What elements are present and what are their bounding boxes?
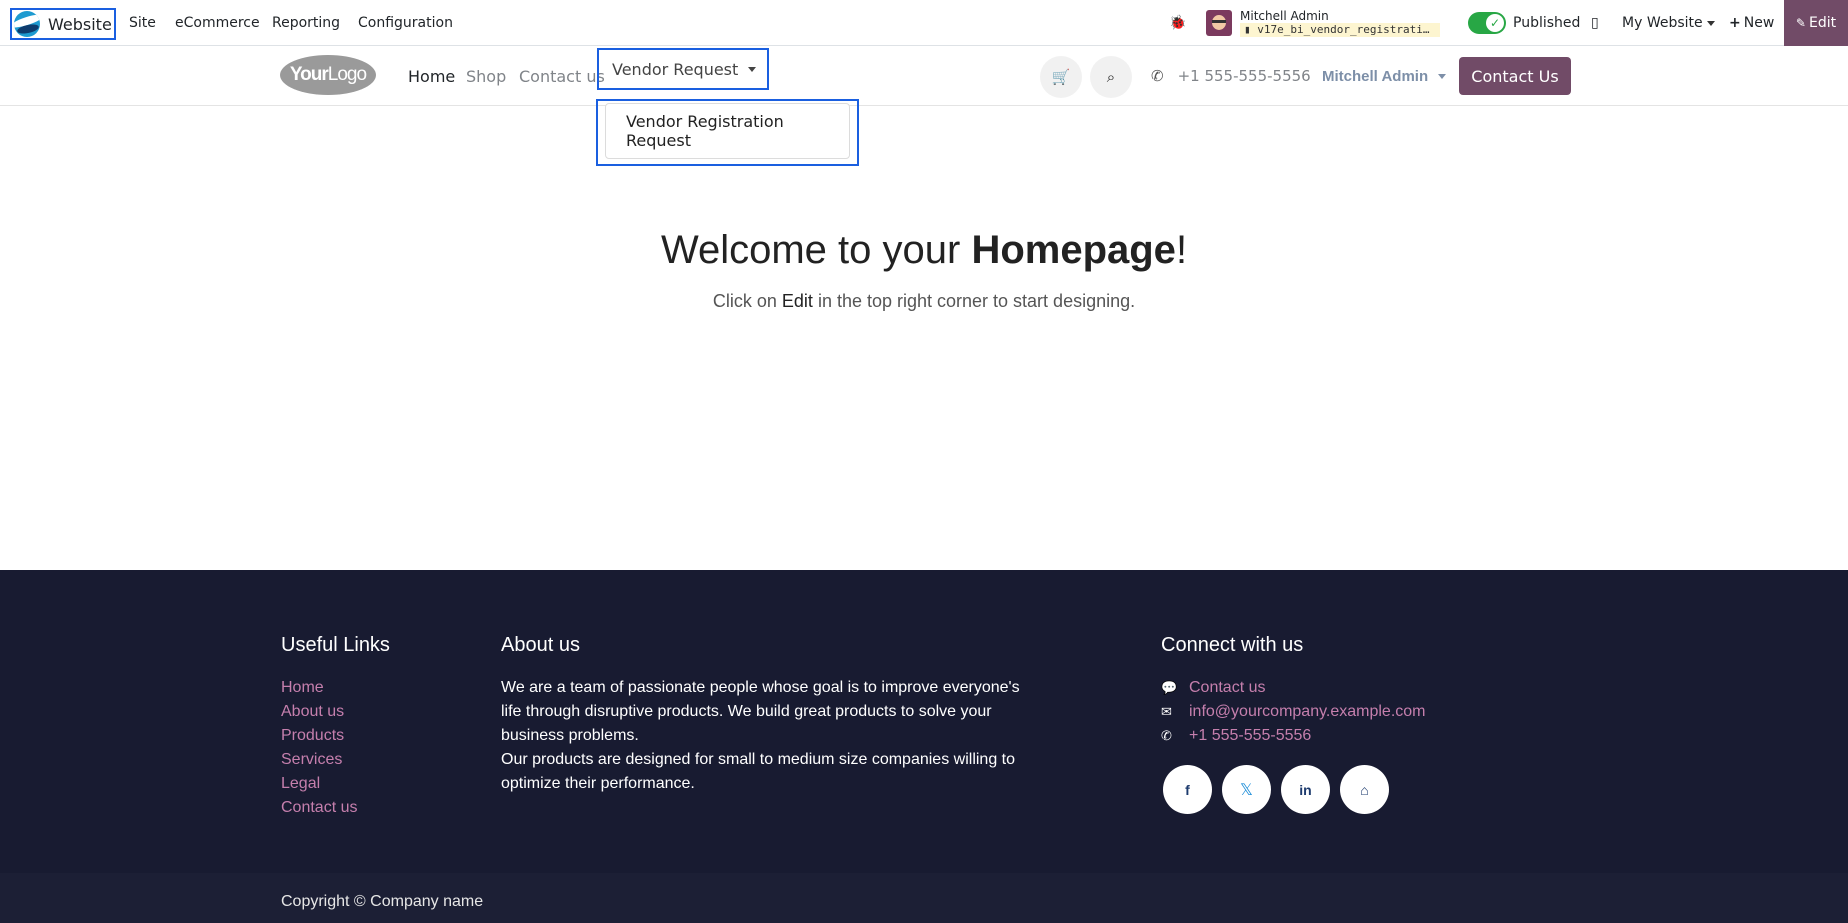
- website-header: Your Logo Home Shop Contact us 🛒 ⌕ ✆ +1 5…: [0, 46, 1848, 106]
- mobile-icon: ▯: [1591, 15, 1599, 31]
- publish-toggle[interactable]: Published: [1468, 0, 1580, 46]
- copyright-bar: [0, 873, 1848, 923]
- footer-link-services[interactable]: Services: [281, 748, 357, 772]
- plus-icon: +: [1729, 15, 1741, 31]
- connect-list: 💬 Contact us ✉ info@yourcompany.example.co…: [1161, 676, 1426, 748]
- website-selector[interactable]: My Website: [1622, 0, 1715, 46]
- x-icon[interactable]: 𝕏: [1222, 765, 1271, 814]
- social-links: f 𝕏 in ⌂: [1163, 765, 1389, 814]
- connect-email[interactable]: ✉ info@yourcompany.example.com: [1161, 700, 1426, 724]
- chevron-down-icon: [1706, 20, 1715, 26]
- about-text-1: We are a team of passionate people whose…: [501, 679, 1020, 744]
- chevron-down-icon: [1438, 73, 1447, 79]
- app-name: Website: [48, 14, 112, 34]
- website-app-icon: [14, 11, 40, 37]
- connect-contact[interactable]: 💬 Contact us: [1161, 676, 1426, 700]
- footer-link-home[interactable]: Home: [281, 676, 357, 700]
- page-title: Welcome to your Homepage!: [660, 228, 1188, 272]
- menu-configuration[interactable]: Configuration: [358, 0, 453, 46]
- mobile-preview-button[interactable]: ▯: [1591, 0, 1599, 46]
- connect-phone[interactable]: ✆ +1 555-555-5556: [1161, 724, 1426, 748]
- footer-link-legal[interactable]: Legal: [281, 772, 357, 796]
- chevron-down-icon: [748, 66, 757, 72]
- about-title: About us: [501, 634, 580, 656]
- search-button[interactable]: ⌕: [1090, 56, 1132, 98]
- page-subtitle: Click on Edit in the top right corner to…: [712, 291, 1136, 311]
- bug-icon: 🐞: [1169, 15, 1187, 31]
- site-logo[interactable]: Your Logo: [280, 55, 376, 95]
- chat-icon: 💬: [1161, 680, 1178, 695]
- debug-button[interactable]: 🐞: [1169, 0, 1186, 46]
- header-user-menu[interactable]: Mitchell Admin: [1322, 46, 1447, 106]
- user-name: Mitchell Admin: [1240, 9, 1329, 23]
- admin-navbar: Website Site eCommerce Reporting Configu…: [0, 0, 1848, 46]
- linkedin-icon[interactable]: in: [1281, 765, 1330, 814]
- search-icon: ⌕: [1106, 68, 1116, 86]
- app-menu-button[interactable]: Website: [10, 8, 116, 40]
- dropdown-item-vendor-registration[interactable]: Vendor Registration Request: [626, 112, 849, 150]
- nav-home[interactable]: Home: [408, 46, 455, 106]
- facebook-icon[interactable]: f: [1163, 765, 1212, 814]
- published-label: Published: [1513, 15, 1581, 31]
- edit-button[interactable]: ✎ Edit: [1784, 0, 1848, 46]
- connect-title: Connect with us: [1161, 634, 1304, 656]
- new-button[interactable]: + New: [1729, 0, 1774, 46]
- nav-contact-us[interactable]: Contact us: [519, 46, 605, 106]
- useful-links-title: Useful Links: [281, 634, 390, 656]
- contact-us-button[interactable]: Contact Us: [1459, 57, 1571, 95]
- nav-shop[interactable]: Shop: [466, 46, 506, 106]
- home-icon[interactable]: ⌂: [1340, 765, 1389, 814]
- user-menu[interactable]: Mitchell Admin ▮ v17e_bi_vendor_registra…: [1206, 0, 1440, 46]
- avatar: [1206, 10, 1232, 36]
- menu-site[interactable]: Site: [129, 0, 156, 46]
- footer-link-products[interactable]: Products: [281, 724, 357, 748]
- database-icon: ▮: [1244, 23, 1258, 36]
- nav-vendor-request[interactable]: Vendor Request: [597, 48, 769, 90]
- cart-button[interactable]: 🛒: [1040, 56, 1082, 98]
- menu-ecommerce[interactable]: eCommerce: [175, 0, 260, 46]
- copyright-text: Copyright © Company name: [281, 893, 484, 910]
- vendor-request-dropdown: Vendor Registration Request: [605, 103, 850, 159]
- envelope-icon: ✉: [1161, 704, 1172, 719]
- about-text-2: Our products are designed for small to m…: [501, 751, 1016, 792]
- header-phone[interactable]: ✆ +1 555-555-5556: [1151, 46, 1311, 106]
- footer: Useful Links Home About us Products Serv…: [0, 570, 1848, 923]
- pencil-icon: ✎: [1795, 16, 1806, 30]
- footer-link-contact[interactable]: Contact us: [281, 796, 357, 820]
- cart-icon: 🛒: [1051, 68, 1071, 86]
- database-name: ▮ v17e_bi_vendor_registration: [1240, 23, 1440, 37]
- toggle-switch-icon: [1468, 12, 1506, 34]
- useful-links-list: Home About us Products Services Legal Co…: [281, 676, 357, 820]
- menu-reporting[interactable]: Reporting: [272, 0, 340, 46]
- footer-link-about[interactable]: About us: [281, 700, 357, 724]
- phone-icon: ✆: [1161, 728, 1172, 743]
- phone-icon: ✆: [1151, 67, 1164, 85]
